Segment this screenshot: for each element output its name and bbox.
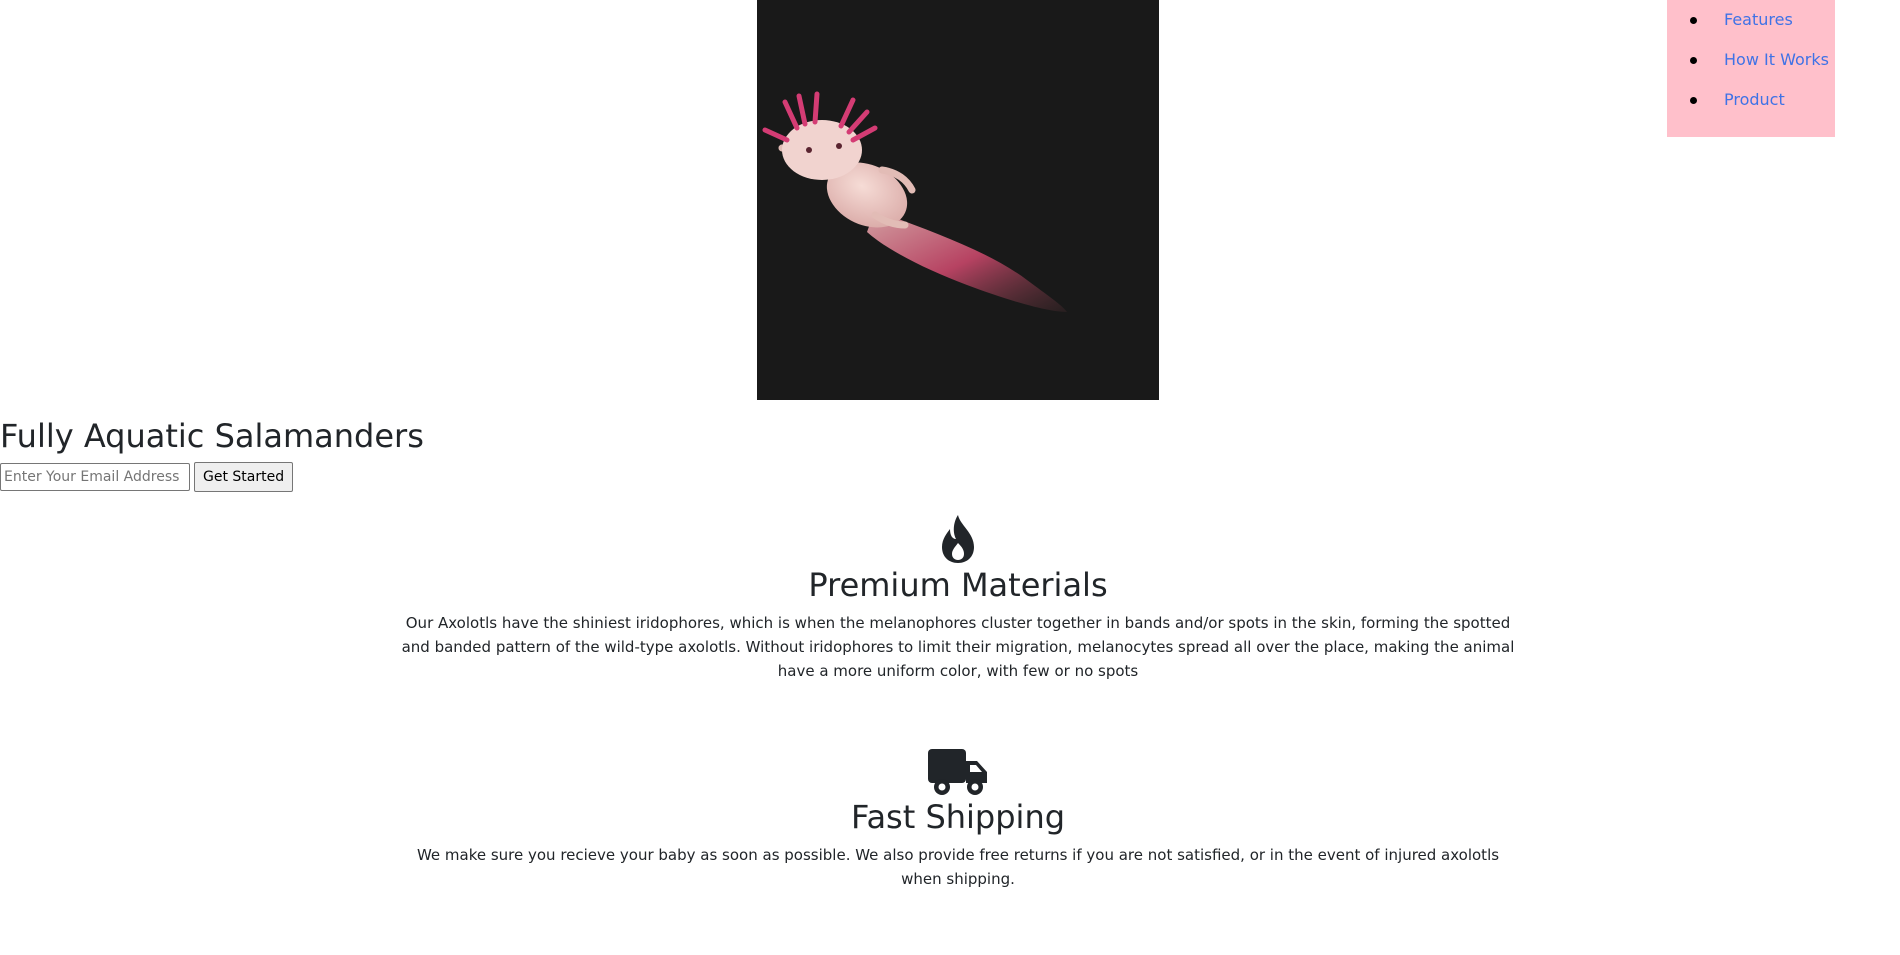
axolotl-illustration: [762, 91, 1067, 312]
nav-item-product: Product: [1667, 80, 1835, 120]
signup-form: Get Started: [0, 462, 294, 492]
nav-item-features: Features: [1667, 0, 1835, 40]
nav-link-how-it-works[interactable]: How It Works: [1724, 50, 1829, 69]
feature-fast-shipping: Fast Shipping We make sure you recieve y…: [0, 747, 1900, 891]
nav-link-features[interactable]: Features: [1724, 10, 1793, 29]
get-started-button[interactable]: Get Started: [194, 462, 294, 492]
fire-icon: [942, 515, 974, 563]
feature-premium-materials: Premium Materials Our Axolotls have the …: [0, 513, 1900, 683]
nav-item-how-it-works: How It Works: [1667, 40, 1835, 80]
truck-icon: [928, 749, 987, 795]
email-input[interactable]: [0, 463, 190, 491]
axolotl-image: [757, 0, 1159, 400]
landing-page: Features How It Works Product Fully Aqua…: [0, 0, 1900, 955]
feature-description: Our Axolotls have the shiniest iridophor…: [401, 614, 1515, 680]
nav-bar: Features How It Works Product: [1667, 0, 1835, 137]
nav-link-product[interactable]: Product: [1724, 90, 1785, 109]
feature-title: Fast Shipping: [850, 798, 1066, 836]
feature-description: We make sure you recieve your baby as so…: [416, 846, 1500, 888]
feature-title: Premium Materials: [808, 566, 1108, 604]
hero-title: Fully Aquatic Salamanders: [0, 417, 424, 455]
nav-list: Features How It Works Product: [1667, 0, 1835, 120]
